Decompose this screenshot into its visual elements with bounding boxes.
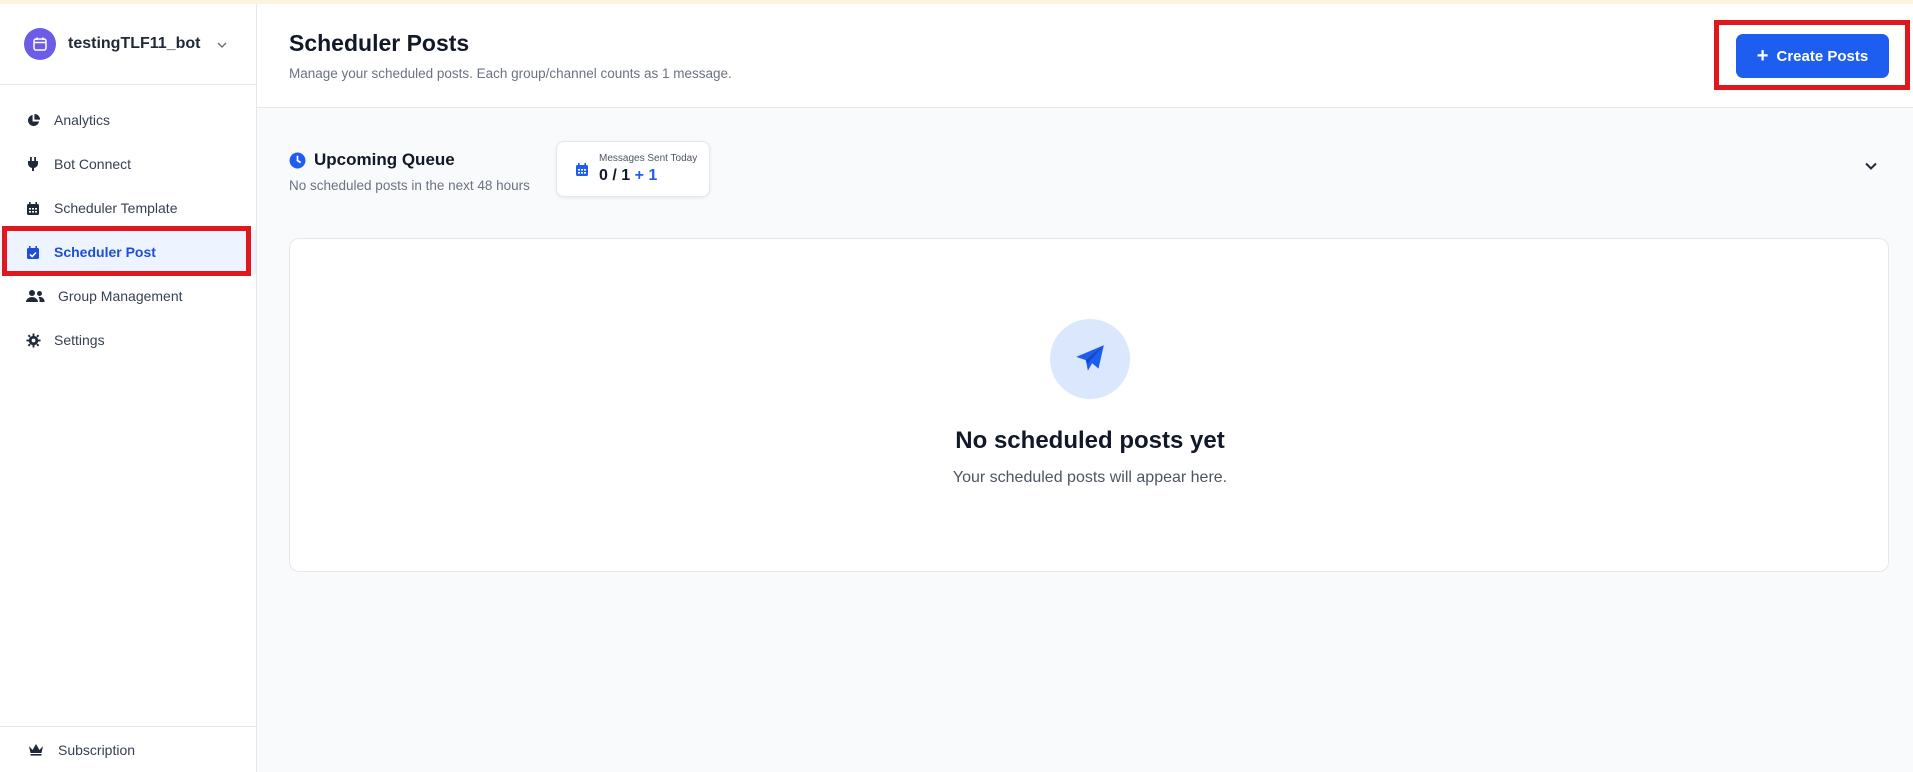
clock-icon [289, 152, 306, 169]
bot-switcher[interactable]: testingTLF11_bot [0, 4, 256, 85]
chevron-down-icon[interactable] [216, 38, 228, 56]
sidebar-item-scheduler-post[interactable]: Scheduler Post [0, 230, 256, 274]
upcoming-queue-header: Upcoming Queue [289, 150, 455, 170]
calendar-grid-icon [24, 201, 42, 216]
sidebar: testingTLF11_bot Analytics Bot Connect S… [0, 4, 257, 772]
sidebar-item-analytics[interactable]: Analytics [0, 98, 256, 142]
calendar-icon [575, 162, 589, 177]
main-content: Scheduler Posts Manage your scheduled po… [257, 4, 1913, 772]
sidebar-item-group-management[interactable]: Group Management [0, 274, 256, 318]
messages-sent-today-card: Messages Sent Today 0 / 1 + 1 [556, 141, 710, 197]
sidebar-item-settings[interactable]: Settings [0, 318, 256, 362]
queue-subtitle: No scheduled posts in the next 48 hours [289, 178, 530, 193]
sidebar-item-label: Scheduler Template [54, 200, 178, 216]
calendar-check-icon [24, 245, 42, 260]
pie-chart-icon [24, 113, 42, 128]
page-title: Scheduler Posts [289, 30, 470, 56]
create-posts-label: Create Posts [1776, 47, 1869, 65]
crown-icon [28, 743, 44, 756]
chevron-down-icon[interactable] [1863, 158, 1879, 179]
sidebar-item-label: Settings [54, 332, 105, 348]
empty-state-card: No scheduled posts yet Your scheduled po… [289, 238, 1889, 572]
sidebar-item-label: Analytics [54, 112, 111, 128]
sidebar-item-bot-connect[interactable]: Bot Connect [0, 142, 256, 186]
sidebar-item-label: Scheduler Post [54, 244, 156, 260]
messages-count: 0 / 1 [599, 167, 631, 184]
plus-icon: + [1756, 45, 1769, 67]
bot-name: testingTLF11_bot [68, 35, 201, 52]
messages-sent-value: 0 / 1 + 1 [599, 167, 697, 185]
gear-icon [24, 332, 42, 348]
empty-state-subtitle: Your scheduled posts will appear here. [952, 469, 1228, 486]
sidebar-item-subscription[interactable]: Subscription [0, 726, 256, 772]
create-posts-button[interactable]: + Create Posts [1736, 34, 1889, 78]
sidebar-item-label: Group Management [58, 288, 183, 304]
calendar-icon [24, 28, 56, 60]
sidebar-item-scheduler-template[interactable]: Scheduler Template [0, 186, 256, 230]
page-header: Scheduler Posts Manage your scheduled po… [257, 4, 1913, 108]
sidebar-nav: Analytics Bot Connect Scheduler Template… [0, 98, 256, 362]
page-subtitle: Manage your scheduled posts. Each group/… [289, 66, 732, 81]
plug-icon [24, 156, 42, 172]
paper-plane-icon [1050, 319, 1130, 399]
empty-state-title: No scheduled posts yet [955, 427, 1225, 454]
queue-title: Upcoming Queue [314, 150, 455, 169]
sidebar-item-label: Bot Connect [54, 156, 132, 172]
sidebar-item-label: Subscription [58, 741, 136, 758]
users-icon [24, 289, 46, 303]
messages-sent-label: Messages Sent Today [599, 153, 698, 164]
messages-extra: + 1 [634, 167, 658, 184]
